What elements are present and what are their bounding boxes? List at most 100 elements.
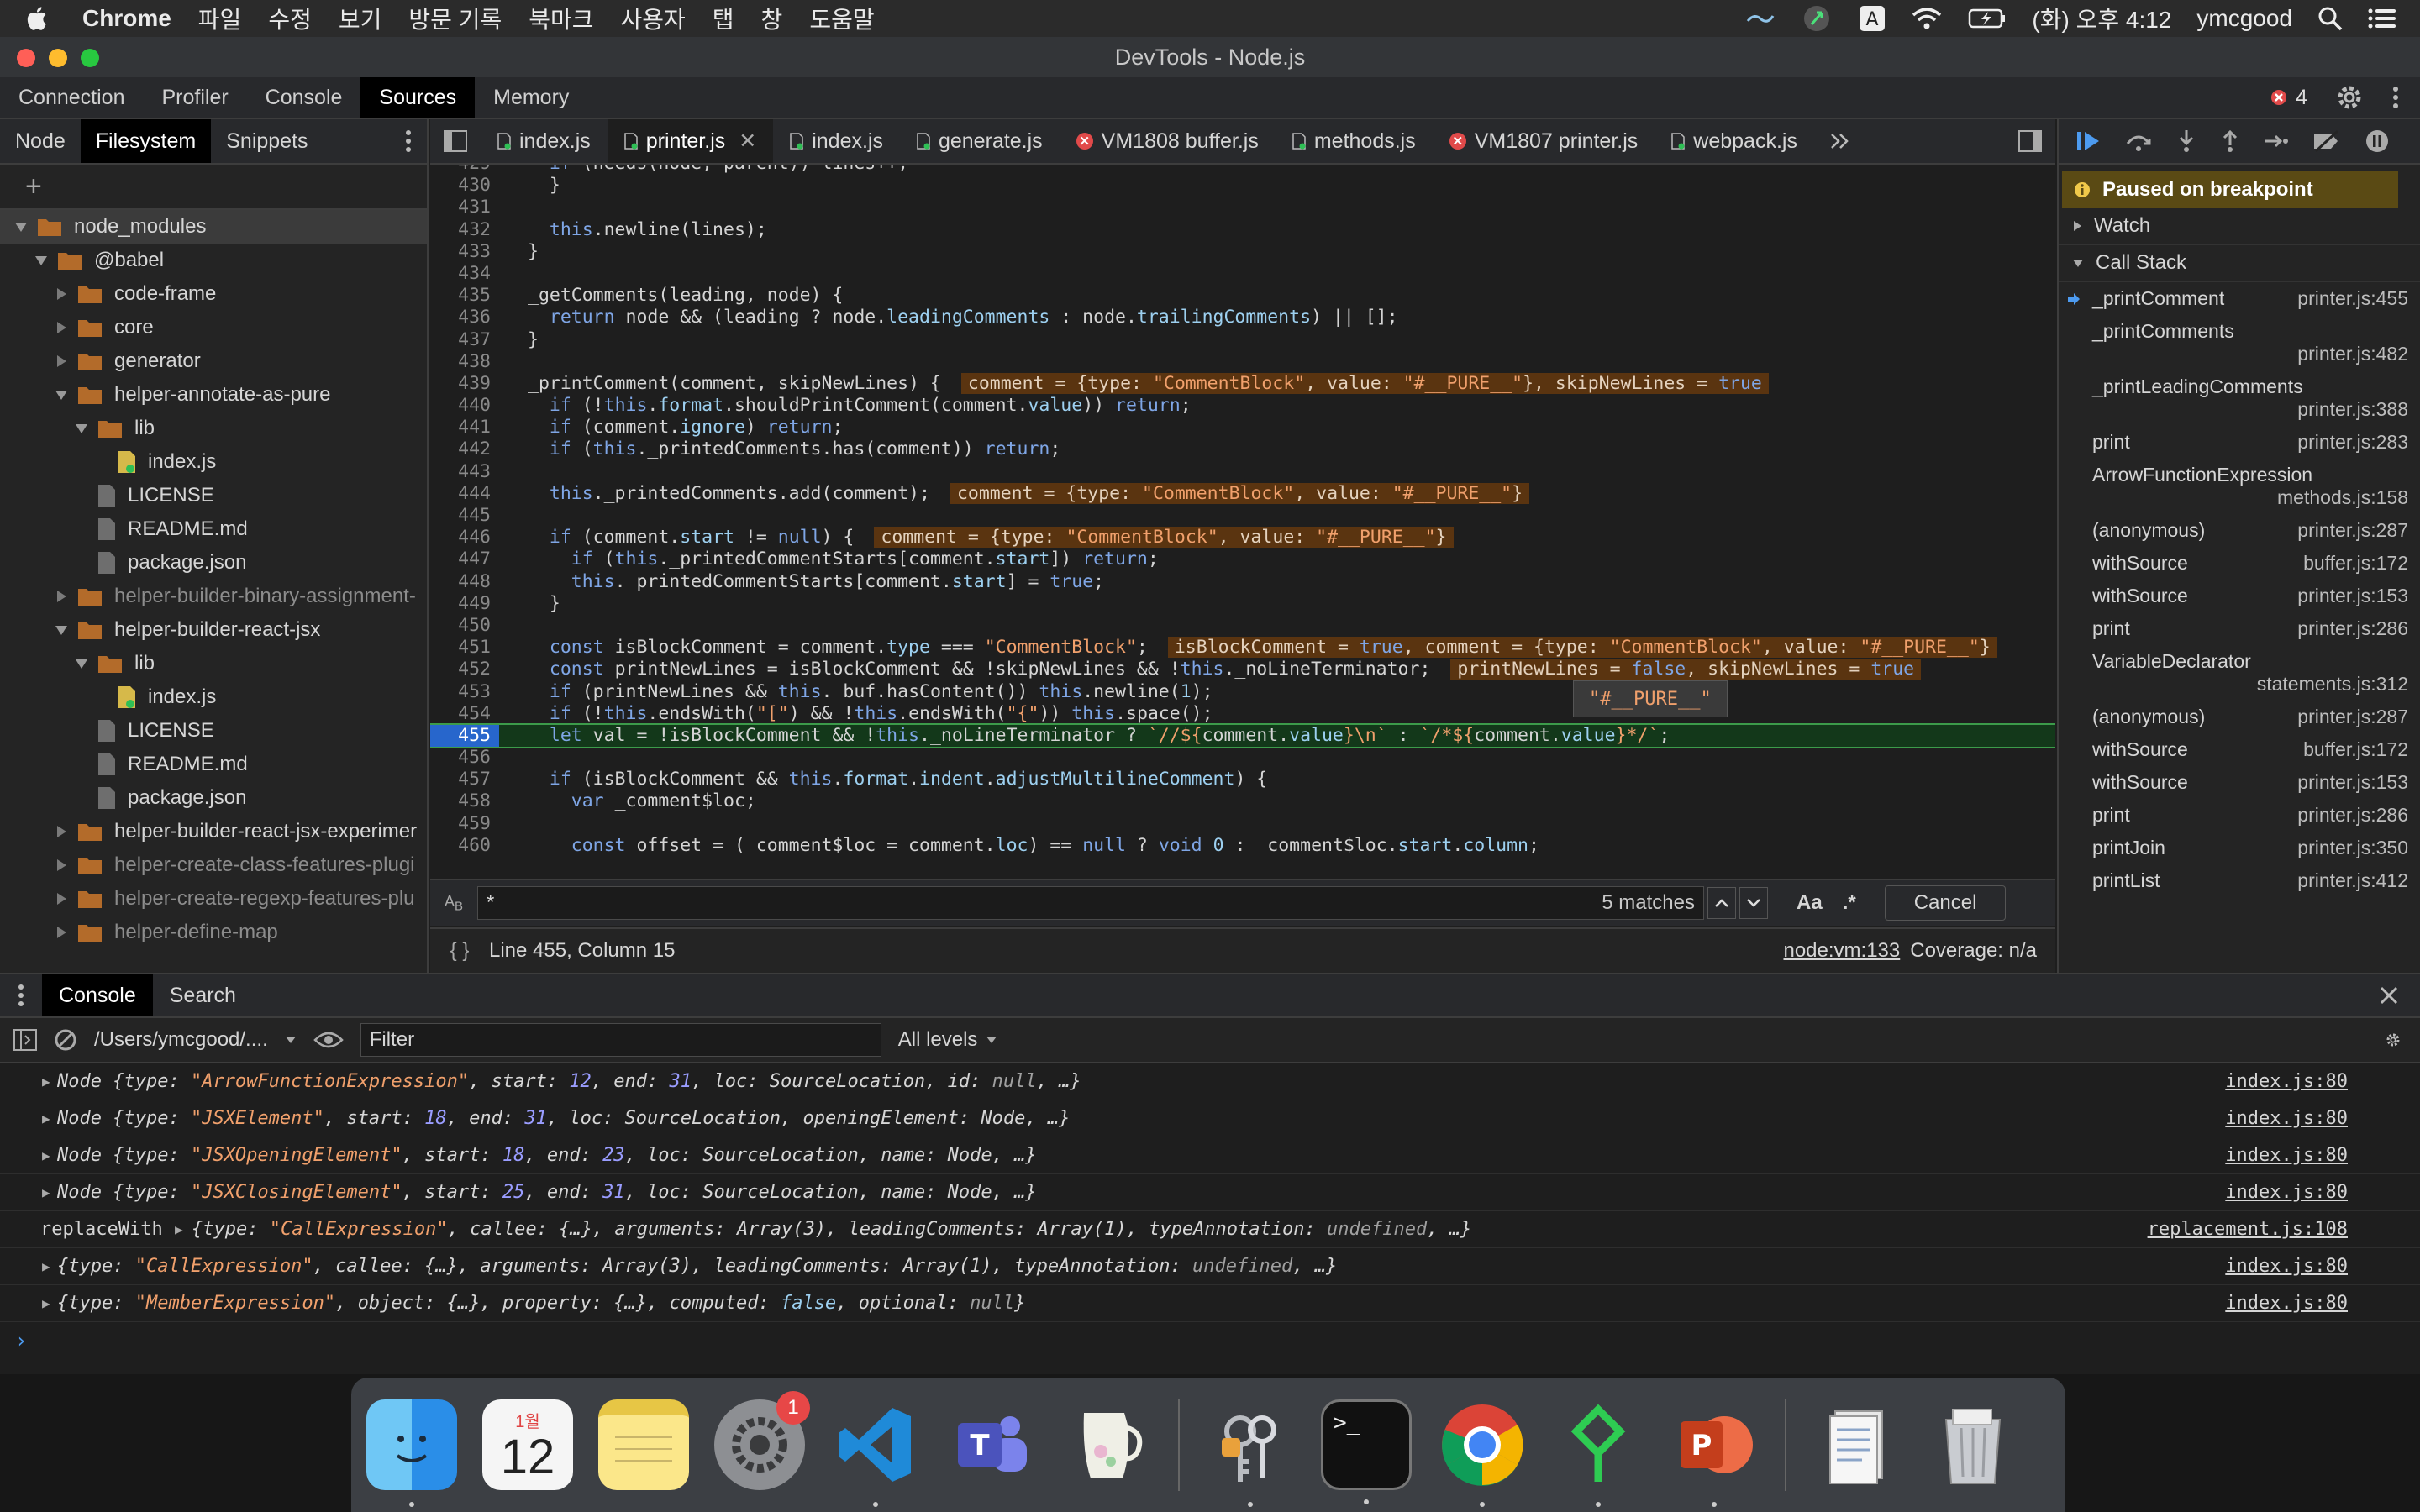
finder-icon[interactable] [366, 1399, 457, 1507]
tree-item[interactable]: core [0, 311, 427, 344]
chevron-right-icon[interactable] [54, 925, 69, 940]
previous-match-button[interactable] [1707, 887, 1736, 919]
toggle-navigator-icon[interactable] [430, 130, 481, 152]
chevron-down-icon[interactable] [74, 421, 89, 436]
step-icon[interactable] [2264, 133, 2289, 150]
more-tabs-icon[interactable] [1814, 132, 1865, 150]
call-frame[interactable]: print printer.js:286 [2059, 799, 2420, 832]
tree-item[interactable]: node_modules [0, 210, 427, 244]
console-message[interactable]: ▶ Node {type: "ArrowFunctionExpression",… [0, 1063, 2420, 1100]
drawer-tab-search[interactable]: Search [153, 974, 253, 1016]
console-source-link[interactable]: index.js:80 [2225, 1108, 2348, 1129]
console-message[interactable]: ▶ {type: "CallExpression", callee: {…}, … [0, 1248, 2420, 1285]
chevron-right-icon[interactable] [54, 891, 69, 906]
tree-item[interactable]: generator [0, 344, 427, 378]
deactivate-breakpoints-icon[interactable] [2312, 130, 2341, 152]
pitcher-app-icon[interactable] [1062, 1399, 1153, 1490]
editor-tab[interactable]: generate.js [900, 119, 1060, 163]
wifi-icon[interactable] [1911, 7, 1943, 30]
tree-item[interactable]: README.md [0, 748, 427, 781]
console-message[interactable]: ▶ {type: "MemberExpression", object: {…}… [0, 1285, 2420, 1322]
tree-item[interactable]: index.js [0, 445, 427, 479]
tree-item[interactable]: lib [0, 412, 427, 445]
menu-view[interactable]: 보기 [339, 2, 382, 35]
tab-memory[interactable]: Memory [475, 77, 587, 118]
pause-on-exceptions-icon[interactable] [2365, 129, 2390, 154]
tree-item[interactable]: helper-define-map [0, 916, 427, 949]
expand-triangle-icon[interactable]: ▶ [175, 1221, 183, 1237]
call-frame[interactable]: print printer.js:283 [2059, 426, 2420, 459]
console-source-link[interactable]: replacement.js:108 [2148, 1219, 2348, 1240]
calendar-icon[interactable]: 1월 12 [482, 1399, 573, 1490]
close-tab-icon[interactable]: ✕ [739, 129, 756, 154]
tree-item[interactable]: package.json [0, 546, 427, 580]
chevron-down-icon[interactable] [54, 387, 69, 402]
call-frame[interactable]: printList printer.js:412 [2059, 864, 2420, 897]
chevron-right-icon[interactable] [54, 320, 69, 335]
menu-tab[interactable]: 탭 [713, 2, 734, 35]
chevron-down-icon[interactable] [74, 656, 89, 671]
drawer-menu-icon[interactable] [0, 974, 42, 1016]
zoom-window-button[interactable] [81, 49, 99, 67]
tree-item[interactable]: LICENSE [0, 479, 427, 512]
tree-item[interactable]: @babel [0, 244, 427, 277]
console-prompt[interactable]: › [0, 1322, 2420, 1359]
console-source-link[interactable]: index.js:80 [2225, 1182, 2348, 1203]
chevron-down-icon[interactable] [54, 622, 69, 638]
call-frame[interactable]: ArrowFunctionExpression methods.js:158 [2059, 459, 2420, 514]
trash-icon[interactable] [1928, 1399, 2018, 1490]
tree-item[interactable]: LICENSE [0, 714, 427, 748]
tab-node[interactable]: Node [0, 119, 81, 163]
system-preferences-icon[interactable]: 1 [714, 1391, 810, 1490]
expand-triangle-icon[interactable]: ▶ [42, 1110, 50, 1126]
tree-item[interactable]: code-frame [0, 277, 427, 311]
editor-tab[interactable]: methods.js [1276, 119, 1433, 163]
menubar-user[interactable]: ymcgood [2196, 5, 2292, 32]
log-levels-select[interactable]: All levels [898, 1028, 998, 1052]
apple-menu-icon[interactable] [24, 4, 52, 33]
chevron-right-icon[interactable] [54, 354, 69, 369]
tree-item[interactable]: lib [0, 647, 427, 680]
expand-triangle-icon[interactable]: ▶ [42, 1295, 50, 1311]
close-window-button[interactable] [17, 49, 35, 67]
editor-tab[interactable]: ✕ VM1807 printer.js [1433, 119, 1655, 163]
regex-toggle[interactable]: .* [1843, 891, 1856, 915]
tab-sources[interactable]: Sources [360, 77, 476, 118]
input-source-icon[interactable]: A [1859, 5, 1886, 32]
vscode-icon[interactable] [830, 1399, 921, 1507]
error-counter[interactable]: 4 [2270, 86, 2307, 110]
console-source-link[interactable]: index.js:80 [2225, 1293, 2348, 1314]
drawer-tab-console[interactable]: Console [42, 974, 153, 1016]
menubar-clock[interactable]: (화) 오후 4:12 [2032, 2, 2171, 35]
console-source-link[interactable]: index.js:80 [2225, 1256, 2348, 1277]
menu-edit[interactable]: 수정 [268, 2, 312, 35]
console-sidebar-icon[interactable] [13, 1029, 37, 1051]
tree-item[interactable]: helper-builder-react-jsx-experimer [0, 815, 427, 848]
replace-toggle-icon[interactable]: AB [430, 893, 477, 914]
teams-icon[interactable]: T [946, 1399, 1037, 1490]
settings-gear-icon[interactable] [2336, 84, 2363, 111]
console-source-link[interactable]: index.js:80 [2225, 1071, 2348, 1092]
tree-item[interactable]: helper-create-regexp-features-plu [0, 882, 427, 916]
call-frame[interactable]: VariableDeclarator statements.js:312 [2059, 645, 2420, 701]
editor-tab[interactable]: index.js [773, 119, 900, 163]
clear-console-icon[interactable] [54, 1028, 77, 1052]
keychain-access-icon[interactable] [1205, 1399, 1296, 1507]
powerpoint-icon[interactable]: P [1669, 1399, 1760, 1507]
cancel-search-button[interactable]: Cancel [1884, 885, 2007, 921]
watch-section-header[interactable]: Watch [2059, 208, 2420, 245]
expand-triangle-icon[interactable]: ▶ [42, 1074, 50, 1089]
call-frame[interactable]: printJoin printer.js:350 [2059, 832, 2420, 864]
menu-bookmarks[interactable]: 북마크 [529, 2, 593, 35]
resume-icon[interactable] [2075, 129, 2101, 153]
pretty-print-icon[interactable]: { } [430, 939, 489, 963]
editor-tab[interactable]: ✕ VM1808 buffer.js [1060, 119, 1276, 163]
call-frame[interactable]: _printComment printer.js:455 [2059, 282, 2420, 315]
tree-item[interactable]: helper-builder-binary-assignment- [0, 580, 427, 613]
call-frame[interactable]: _printLeadingComments printer.js:388 [2059, 370, 2420, 426]
tab-filesystem[interactable]: Filesystem [80, 119, 212, 163]
documents-stack-icon[interactable] [1812, 1399, 1902, 1490]
expand-triangle-icon[interactable]: ▶ [42, 1184, 50, 1200]
chrome-icon[interactable] [1437, 1399, 1528, 1507]
console-message[interactable]: ▶ Node {type: "JSXOpeningElement", start… [0, 1137, 2420, 1174]
